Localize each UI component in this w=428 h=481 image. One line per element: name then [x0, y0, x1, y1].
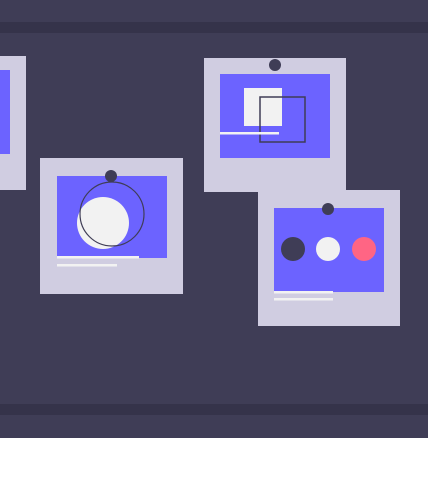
pin-icon	[322, 203, 334, 215]
dots-icon-accent	[352, 237, 376, 261]
dots-icon-dark	[281, 237, 305, 261]
circle-icon	[77, 197, 129, 249]
card-partial-left	[0, 56, 26, 190]
gallery-wall-illustration	[0, 0, 428, 438]
pin-icon	[105, 170, 117, 182]
illustration	[0, 0, 428, 476]
bottom-rail	[0, 404, 428, 415]
caption-line	[57, 264, 117, 267]
dots-icon-light	[316, 237, 340, 261]
square-icon	[244, 88, 282, 126]
card-dots	[258, 190, 400, 326]
caption-line	[274, 298, 333, 301]
pin-icon	[269, 59, 281, 71]
card-squares	[204, 58, 346, 192]
card-circle	[40, 158, 183, 294]
caption-line	[57, 256, 139, 259]
card-panel	[0, 70, 10, 154]
top-rail	[0, 22, 428, 33]
caption-line	[274, 291, 333, 294]
caption-line	[220, 132, 279, 135]
